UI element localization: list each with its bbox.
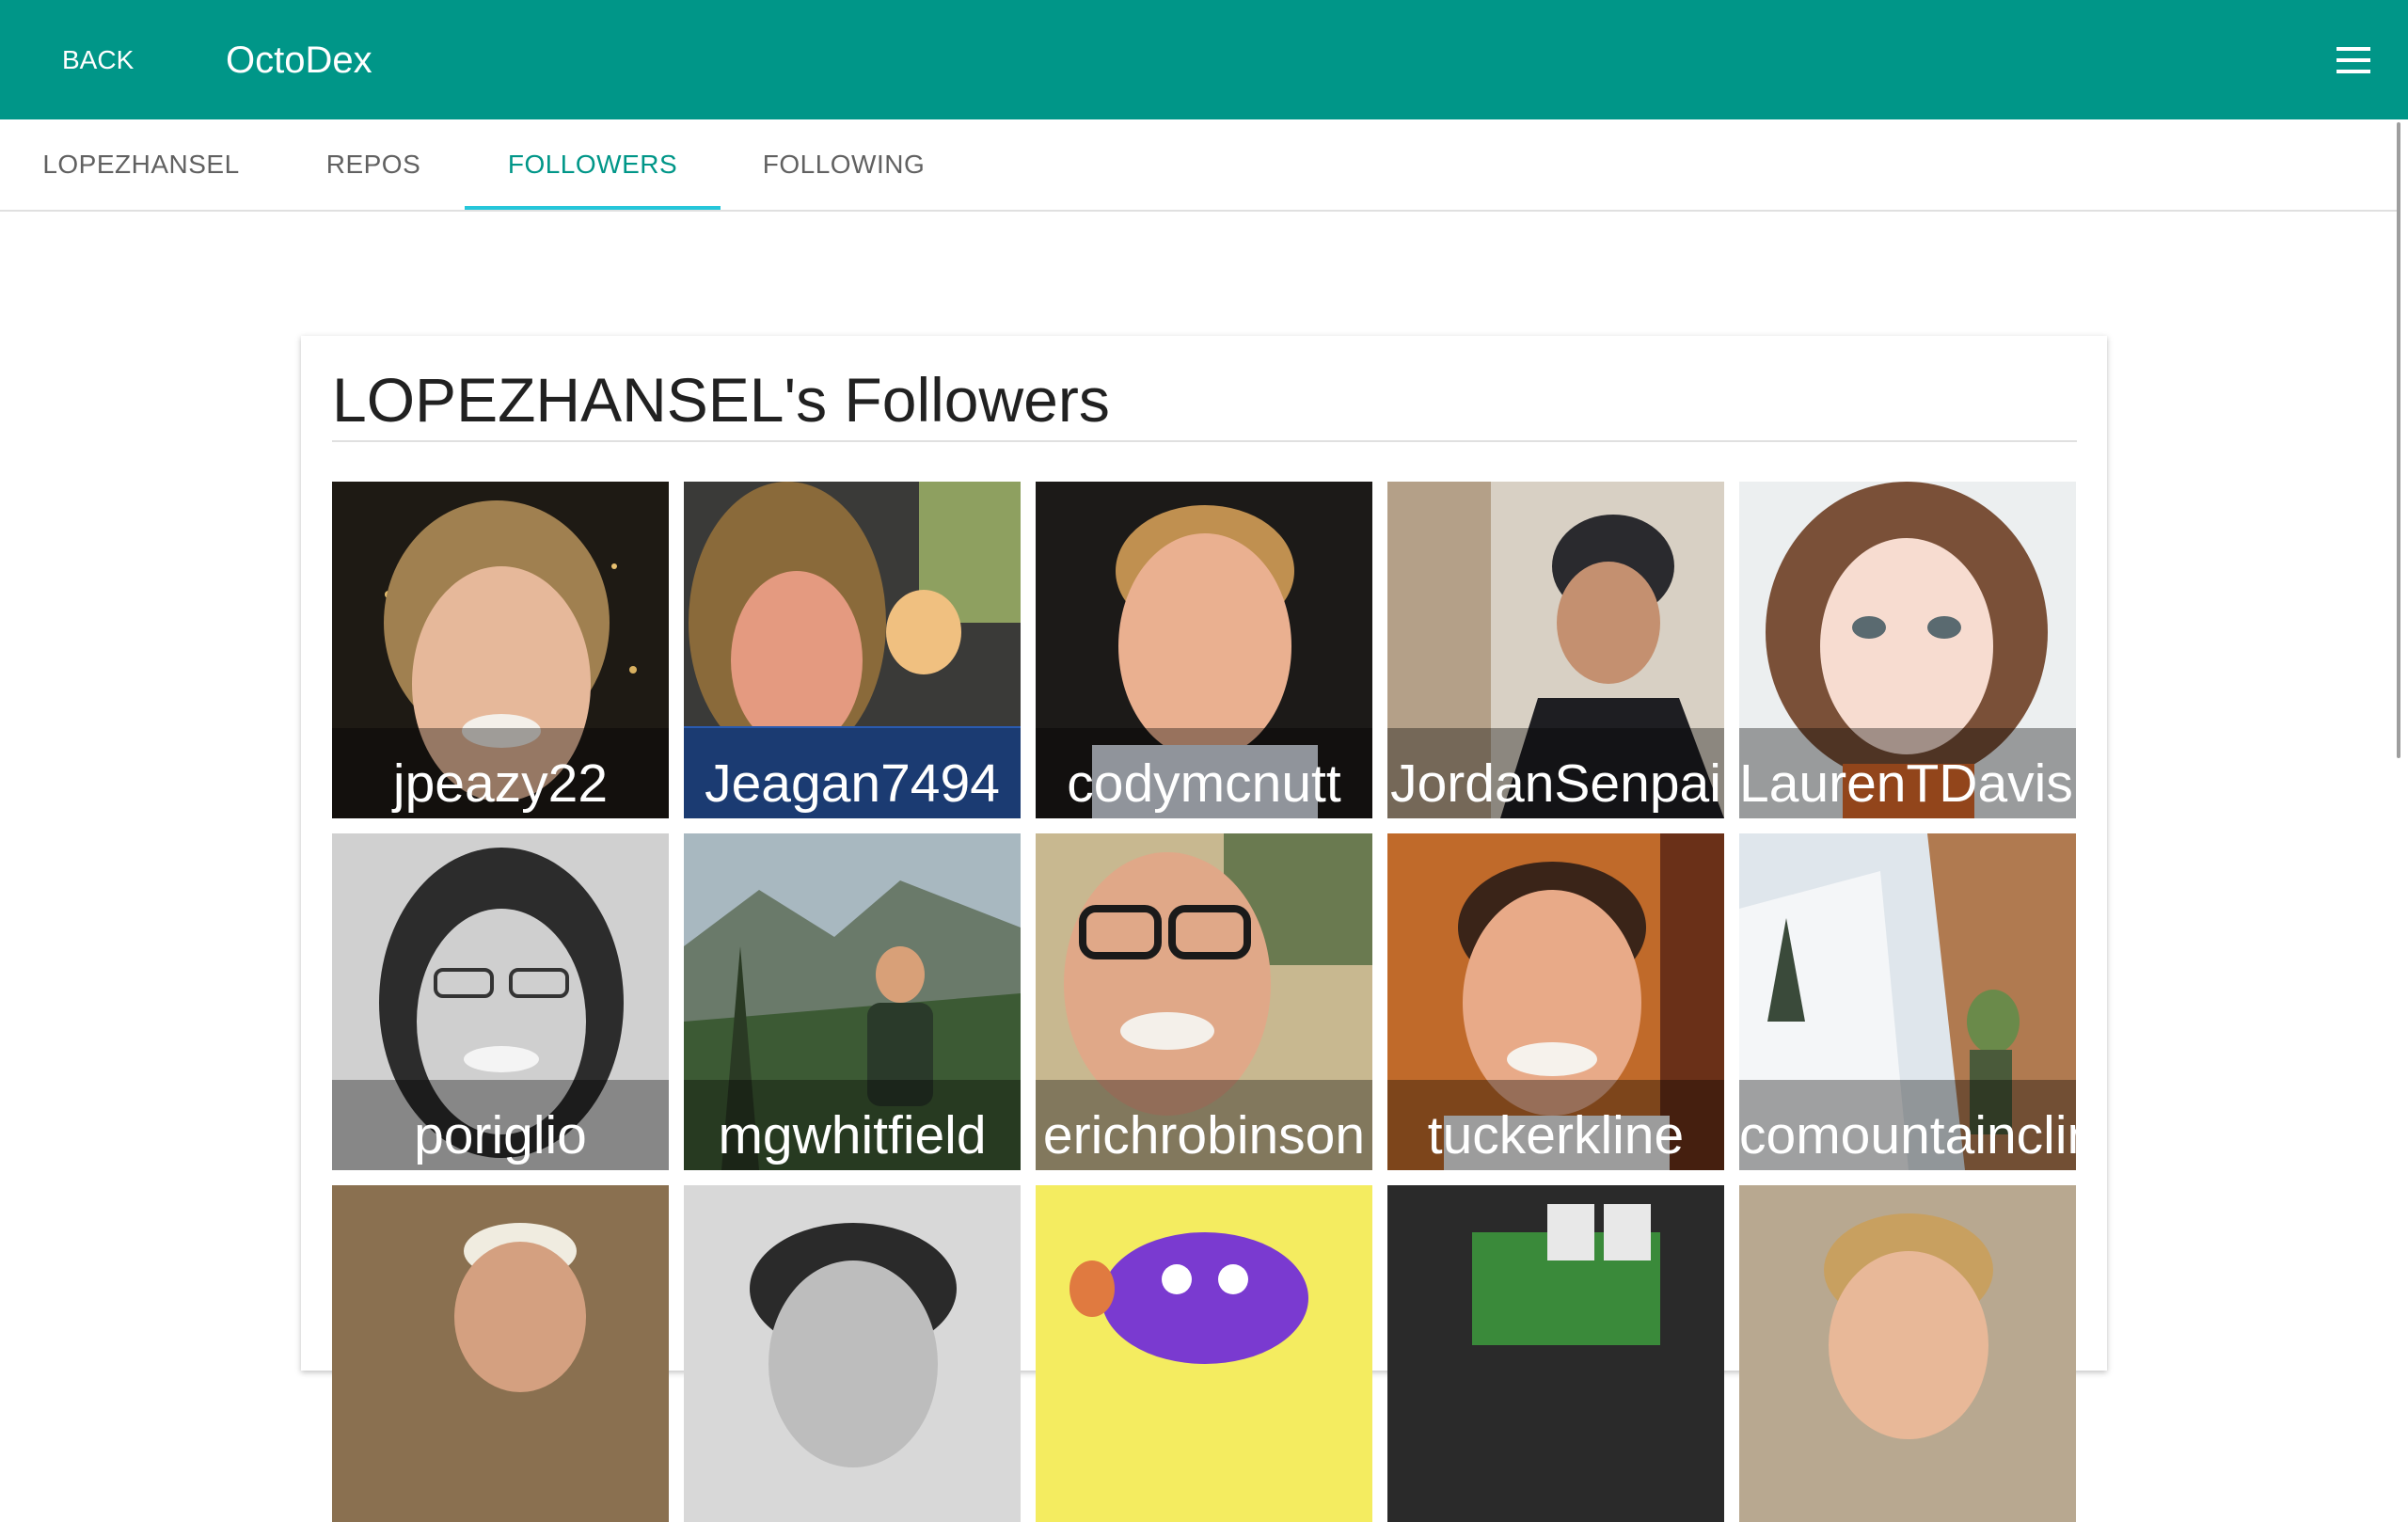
- follower-tile[interactable]: [332, 1185, 669, 1522]
- tab-active-indicator: [465, 206, 721, 210]
- page-title: LOPEZHANSEL's Followers: [332, 365, 1110, 435]
- tab-profile[interactable]: LOPEZHANSEL: [0, 119, 282, 210]
- tab-repos[interactable]: REPOS: [282, 119, 465, 210]
- follower-tile[interactable]: comountainclimber: [1739, 833, 2076, 1170]
- page-scrollbar[interactable]: [2397, 122, 2400, 758]
- follower-login: poriglio: [414, 1105, 587, 1165]
- follower-login: Jeagan7494: [705, 753, 1000, 814]
- follower-login: codymcnutt: [1067, 753, 1341, 814]
- hamburger-menu-icon[interactable]: [2335, 43, 2372, 77]
- follower-login: comountainclimber: [1739, 1105, 2076, 1165]
- tab-followers[interactable]: FOLLOWERS: [465, 119, 721, 210]
- follower-login: erichrobinson: [1042, 1105, 1366, 1165]
- follower-tile[interactable]: tuckerkline: [1387, 833, 1724, 1170]
- follower-tile[interactable]: [1387, 1185, 1724, 1522]
- avatar: [1036, 1185, 1372, 1522]
- title-divider: [332, 440, 2077, 442]
- follower-login: tuckerkline: [1427, 1105, 1685, 1165]
- follower-login: mgwhitfield: [718, 1105, 987, 1165]
- tab-following[interactable]: FOLLOWING: [721, 119, 967, 210]
- follower-tile[interactable]: Jeagan7494: [684, 482, 1021, 818]
- follower-tile[interactable]: JordanSenpai: [1387, 482, 1724, 818]
- avatar: [684, 1185, 1021, 1522]
- app-bar: BACK OctoDex: [0, 0, 2408, 119]
- follower-tile[interactable]: [684, 1185, 1021, 1522]
- follower-login: JordanSenpai: [1390, 753, 1721, 814]
- follower-tile[interactable]: codymcnutt: [1036, 482, 1372, 818]
- follower-tile[interactable]: poriglio: [332, 833, 669, 1170]
- back-button[interactable]: BACK: [45, 36, 150, 85]
- follower-login: jpeazy22: [392, 753, 609, 814]
- follower-tile[interactable]: erichrobinson: [1036, 833, 1372, 1170]
- avatar: [332, 1185, 669, 1522]
- app-title: OctoDex: [226, 39, 372, 81]
- follower-login: LaurenTDavis: [1739, 753, 2073, 814]
- follower-tile[interactable]: jpeazy22: [332, 482, 669, 818]
- follower-tile[interactable]: LaurenTDavis: [1739, 482, 2076, 818]
- avatar: [1387, 1185, 1724, 1522]
- avatar: [1739, 1185, 2076, 1522]
- follower-tile[interactable]: [1036, 1185, 1372, 1522]
- tab-bar: LOPEZHANSEL REPOS FOLLOWERS FOLLOWING: [0, 119, 2399, 212]
- follower-tile[interactable]: mgwhitfield: [684, 833, 1021, 1170]
- followers-card: LOPEZHANSEL's Followers jpeazy22 Jeagan7…: [301, 336, 2107, 1522]
- follower-tile[interactable]: [1739, 1185, 2076, 1522]
